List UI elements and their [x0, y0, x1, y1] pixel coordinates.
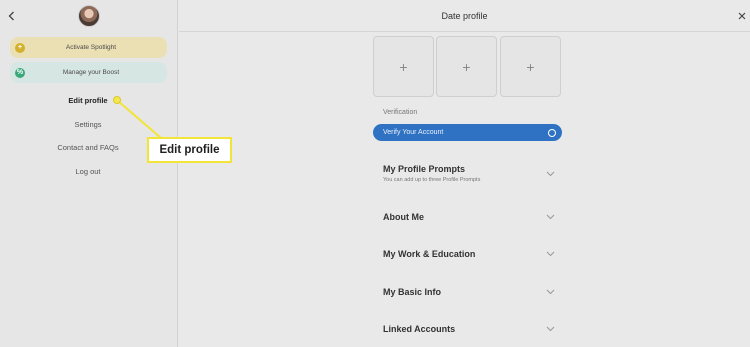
photo-slot-2[interactable]: +: [436, 36, 497, 97]
manage-boost-button[interactable]: % Manage your Boost: [10, 62, 167, 83]
main-header: Date profile: [179, 0, 750, 32]
manage-boost-label: Manage your Boost: [62, 69, 120, 76]
section-work-education[interactable]: My Work & Education: [383, 249, 555, 259]
plus-icon: +: [399, 58, 408, 75]
section-title: My Basic Info: [383, 287, 442, 297]
section-about-me[interactable]: About Me: [383, 212, 555, 222]
verify-account-label: Verify Your Account: [383, 129, 444, 136]
plus-icon: +: [526, 58, 535, 75]
section-title: My Profile Prompts: [383, 164, 466, 174]
chevron-down-icon: [546, 251, 555, 257]
chevron-down-icon: [546, 326, 555, 332]
section-profile-prompts[interactable]: My Profile Prompts You can add up to thr…: [383, 164, 555, 183]
menu-item-edit-profile[interactable]: Edit profile: [0, 96, 176, 105]
photo-slot-1[interactable]: +: [373, 36, 434, 97]
section-linked-accounts[interactable]: Linked Accounts: [383, 324, 555, 334]
section-subtitle: You can add up to three Profile Prompts: [383, 177, 481, 183]
radio-circle-icon: [548, 128, 556, 137]
activate-spotlight-button[interactable]: + Activate Spotlight: [10, 37, 167, 58]
callout-dot: [113, 96, 121, 104]
activate-spotlight-label: Activate Spotlight: [65, 44, 117, 51]
menu-item-settings[interactable]: Settings: [0, 120, 176, 129]
callout-label: Edit profile: [147, 137, 232, 163]
photo-slot-3[interactable]: +: [500, 36, 561, 97]
section-title: About Me: [383, 212, 424, 222]
chevron-down-icon: [546, 289, 555, 295]
avatar[interactable]: [78, 5, 100, 27]
verify-account-button[interactable]: Verify Your Account: [373, 124, 562, 141]
section-basic-info[interactable]: My Basic Info: [383, 287, 555, 297]
plus-icon: +: [462, 58, 471, 75]
close-icon: [738, 12, 746, 20]
main-panel: Date profile + + + Verification Verify Y…: [179, 0, 750, 347]
sidebar: + Activate Spotlight % Manage your Boost…: [0, 0, 178, 347]
verification-label: Verification: [383, 109, 418, 116]
chevron-down-icon: [546, 171, 555, 177]
page-title: Date profile: [441, 11, 488, 21]
close-button[interactable]: [736, 10, 748, 22]
section-title: My Work & Education: [383, 249, 476, 259]
menu-item-log-out[interactable]: Log out: [0, 167, 176, 176]
section-title: Linked Accounts: [383, 324, 456, 334]
back-button[interactable]: [4, 8, 18, 24]
chevron-left-icon: [8, 11, 14, 21]
chevron-down-icon: [546, 214, 555, 220]
